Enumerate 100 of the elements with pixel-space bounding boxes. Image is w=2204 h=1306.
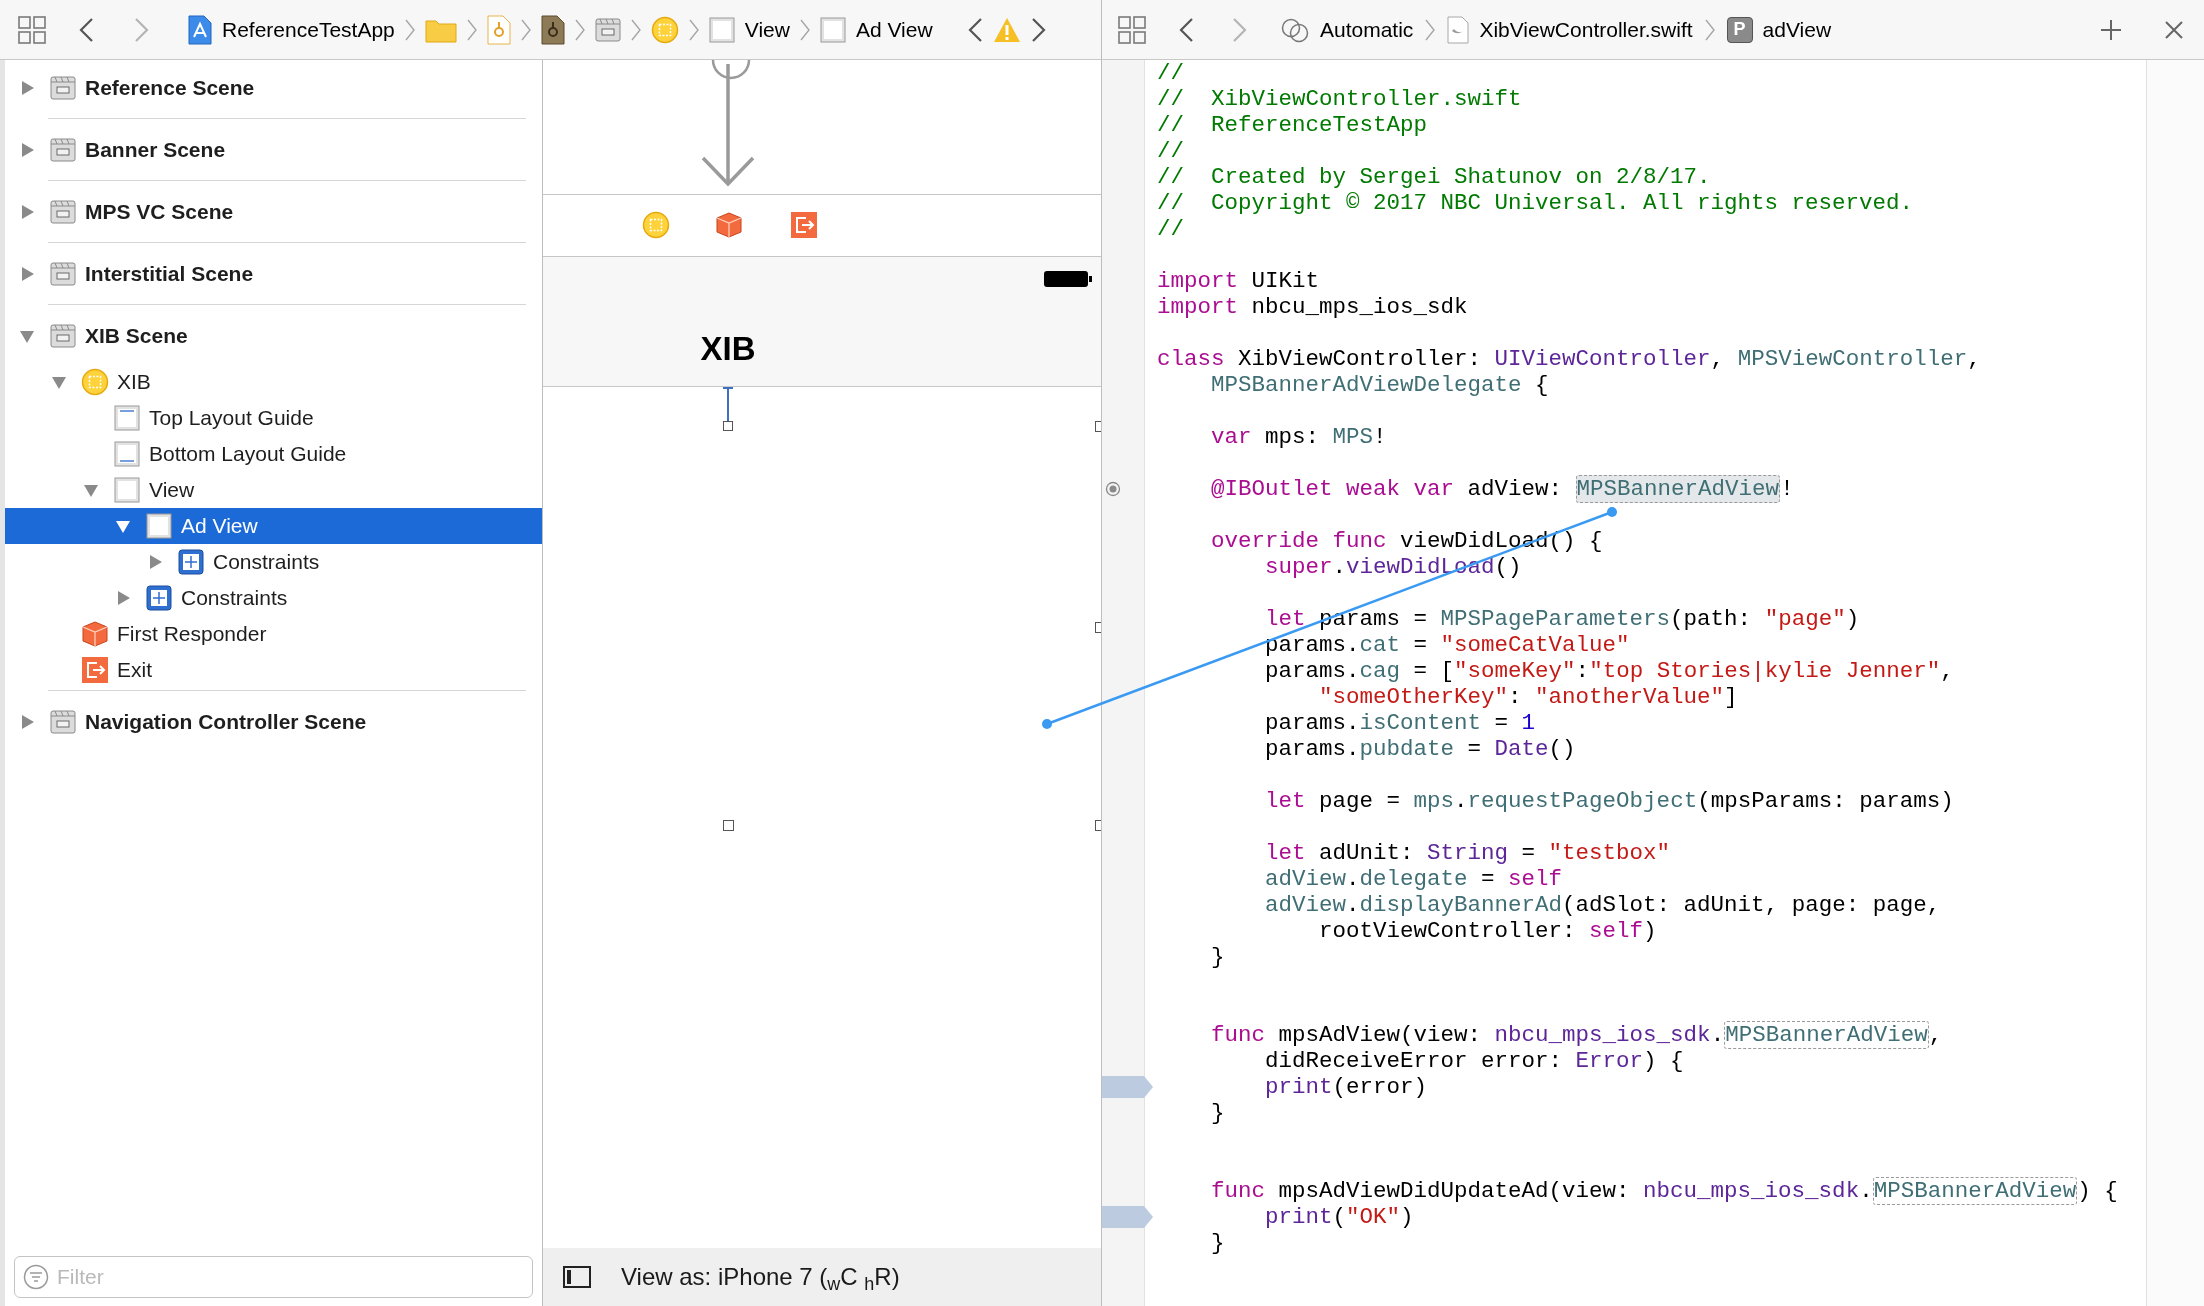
grid-icon[interactable]: [18, 15, 46, 44]
disclosure-triangle-icon[interactable]: [19, 80, 35, 96]
constraint-icon: [721, 387, 735, 433]
scene-icon: [50, 76, 76, 100]
outline-row[interactable]: Interstitial Scene: [5, 246, 542, 302]
breadcrumb-item[interactable]: View: [744, 13, 790, 46]
outline-label: Top Layout Guide: [149, 405, 314, 432]
code-line: print(error): [1264, 1074, 1429, 1100]
outline-label: View: [149, 477, 195, 504]
code-line: params.cag = ["someKey":"top Stories|kylie Jenner",: [1264, 658, 1955, 684]
breadcrumb-item[interactable]: adView: [1762, 13, 1832, 46]
code-line: func mpsAdViewDidUpdateAd(view: nbcu_mps_ios_sdk.MPSBannerAdView) {: [1210, 1178, 2119, 1204]
cube-icon: [81, 620, 109, 648]
outline-row[interactable]: Navigation Controller Scene: [5, 694, 542, 750]
code-line: // ReferenceTestApp: [1157, 112, 1429, 138]
chevron-icon: [520, 18, 531, 41]
file-icon: [1447, 15, 1470, 44]
code-line: func mpsAdView(view: nbcu_mps_ios_sdk.MPSBannerAdView,: [1210, 1022, 1944, 1048]
breadcrumb-item[interactable]: Ad View: [855, 13, 933, 46]
plus-icon[interactable]: [2100, 18, 2122, 41]
breadcrumb-item[interactable]: Automatic: [1320, 13, 1414, 46]
breadcrumb-item[interactable]: XibViewController.swift: [1479, 13, 1693, 46]
outline-label: Constraints: [181, 585, 288, 612]
chevron-icon: [466, 18, 477, 41]
outline-row[interactable]: Reference Scene: [5, 60, 542, 116]
outline-label: Constraints: [213, 549, 320, 576]
app-icon: [188, 14, 212, 45]
outline-row[interactable]: First Responder: [5, 616, 542, 652]
outline-label: MPS VC Scene: [85, 199, 234, 226]
chevron-icon: [799, 18, 810, 41]
layout-guide-icon: [114, 405, 140, 431]
navigation-title: XIB: [699, 329, 757, 369]
disclosure-triangle-icon[interactable]: [51, 374, 67, 390]
outline-label: Bottom Layout Guide: [149, 441, 347, 468]
grid-icon[interactable]: [1118, 15, 1146, 44]
code-line: //: [1157, 216, 1185, 242]
outline-row[interactable]: View: [5, 472, 542, 508]
view-controller-icon: [650, 15, 679, 44]
code-line: didReceiveError error: Error) {: [1264, 1048, 1685, 1074]
outline-label: Reference Scene: [85, 75, 255, 102]
filter-field[interactable]: Filter: [14, 1256, 533, 1298]
disclosure-triangle-icon[interactable]: [19, 714, 35, 730]
code-line: let adUnit: String = "testbox": [1264, 840, 1672, 866]
view-icon: [819, 16, 846, 43]
code-line: }: [1210, 944, 1226, 970]
scene-icon: [50, 200, 76, 224]
outline-label: Ad View: [181, 513, 258, 540]
outline-label: Navigation Controller Scene: [85, 709, 367, 736]
chevron-icon: [404, 18, 415, 41]
disclosure-triangle-icon[interactable]: [19, 266, 35, 282]
code-line: MPSBannerAdViewDelegate {: [1210, 372, 1550, 398]
outline-row[interactable]: Bottom Layout Guide: [5, 436, 542, 472]
outline-row[interactable]: Constraints: [5, 544, 542, 580]
code-line: import nbcu_mps_ios_sdk: [1157, 294, 1469, 320]
scene-icon: [50, 710, 76, 734]
document-icon: [486, 14, 511, 45]
chevron-icon: [574, 18, 585, 41]
scene-icon: [50, 262, 76, 286]
back-icon[interactable]: [1178, 16, 1194, 43]
disclosure-triangle-icon[interactable]: [19, 328, 35, 344]
back-icon[interactable]: [78, 16, 94, 43]
close-icon[interactable]: [2164, 19, 2184, 40]
code-line: params.pubdate = Date(): [1264, 736, 1577, 762]
disclosure-triangle-icon[interactable]: [147, 554, 163, 570]
outline-row[interactable]: MPS VC Scene: [5, 184, 542, 240]
disclosure-triangle-icon[interactable]: [19, 142, 35, 158]
code-line: // XibViewController.swift: [1157, 86, 1523, 112]
outline-row[interactable]: Top Layout Guide: [5, 400, 542, 436]
outline-row[interactable]: XIB Scene: [5, 308, 542, 364]
code-line: adView.delegate = self: [1264, 866, 1564, 892]
outline-row[interactable]: XIB: [5, 364, 542, 400]
cube-icon: [715, 211, 743, 239]
outlet-connection-icon[interactable]: [1105, 481, 1121, 497]
constraints-icon: [146, 585, 172, 611]
code-line: params.isContent = 1: [1264, 710, 1537, 736]
resize-handle[interactable]: [723, 820, 734, 831]
outline-row[interactable]: Exit: [5, 652, 542, 688]
outline-row[interactable]: Banner Scene: [5, 122, 542, 178]
disclosure-triangle-icon[interactable]: [19, 204, 35, 220]
scene-icon: [50, 138, 76, 162]
breadcrumb-item[interactable]: ReferenceTestApp: [222, 13, 395, 46]
view-controller-icon: [642, 211, 670, 239]
code-line: params.cat = "someCatValue": [1264, 632, 1631, 658]
disclosure-triangle-icon[interactable]: [115, 518, 131, 534]
device-label[interactable]: View as: iPhone 7 ($_{w}$C $_{h}$R): [621, 1259, 900, 1295]
disclosure-triangle-icon[interactable]: [115, 590, 131, 606]
exit-icon: [81, 656, 109, 684]
code-line: // Copyright © 2017 NBC Universal. All rights reserved.: [1157, 190, 1915, 216]
chevron-icon: [630, 18, 641, 41]
forward-icon[interactable]: [1030, 16, 1047, 43]
back-icon[interactable]: [966, 16, 983, 43]
disclosure-triangle-icon[interactable]: [83, 482, 99, 498]
outline-row[interactable]: Ad View: [5, 508, 542, 544]
outline-label: Interstitial Scene: [85, 261, 254, 288]
code-line: }: [1210, 1100, 1226, 1126]
outline-label: Banner Scene: [85, 137, 226, 164]
code-line: //: [1157, 138, 1185, 164]
outline-row[interactable]: Constraints: [5, 580, 542, 616]
sidebar-toggle-icon[interactable]: [563, 1266, 591, 1288]
exit-icon: [790, 211, 818, 239]
